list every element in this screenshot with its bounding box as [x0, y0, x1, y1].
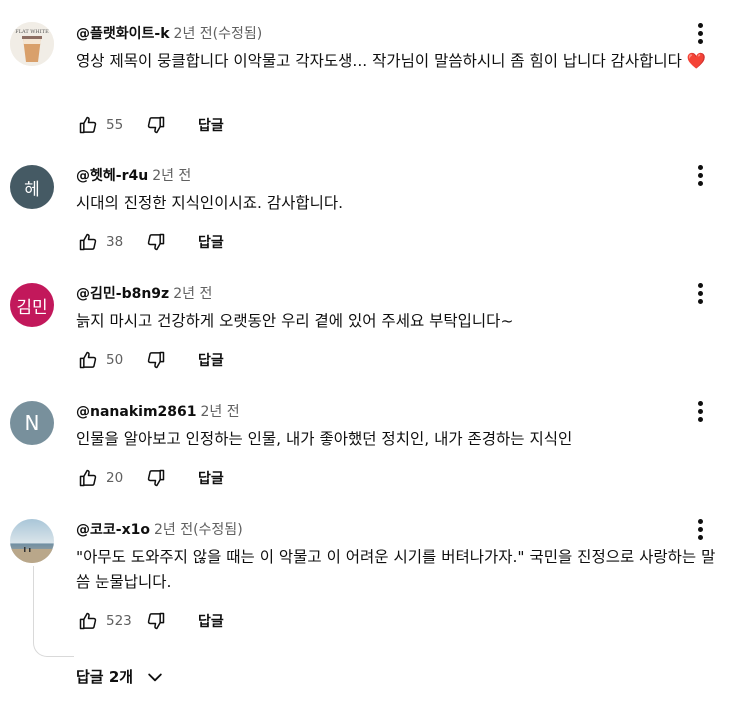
reply-button[interactable]: 답글 [198, 232, 224, 252]
beach-avatar-image [10, 519, 54, 563]
comment-text: 시대의 진정한 지식인이시죠. 감사합니다. [76, 194, 344, 212]
comment-header: @플랫화이트-k 2년 전(수정됨) [76, 24, 720, 44]
comment-text: "아무도 도와주지 않을 때는 이 악물고 이 어려운 시기를 버텨나가자." … [76, 548, 716, 591]
more-actions-icon[interactable] [690, 163, 710, 187]
like-count: 38 [106, 234, 124, 250]
author-name[interactable]: @김민-b8n9z [76, 286, 169, 302]
like-count: 523 [106, 613, 132, 629]
like-icon[interactable] [76, 230, 100, 254]
like-icon[interactable] [76, 466, 100, 490]
dislike-icon[interactable] [144, 230, 168, 254]
reply-button[interactable]: 답글 [198, 350, 224, 370]
comment-actions: 50 답글 [76, 348, 224, 372]
show-replies-button[interactable]: 답글 2개 [76, 666, 165, 687]
author-name[interactable]: @nanakim2861 [76, 404, 197, 420]
comment-actions: 38 답글 [76, 230, 224, 254]
comment-text: 인물을 알아보고 인정하는 인물, 내가 좋아했던 정치인, 내가 존경하는 지… [76, 430, 573, 448]
more-actions-icon[interactable] [690, 21, 710, 45]
comment-actions: 523 답글 [76, 609, 224, 633]
comment-actions: 55 답글 [76, 113, 224, 137]
comment-time[interactable]: 2년 전 [173, 286, 212, 302]
avatar[interactable] [10, 519, 54, 563]
comment-text: 늙지 마시고 건강하게 오랫동안 우리 곁에 있어 주세요 부탁입니다~ [76, 312, 514, 330]
comment-time[interactable]: 2년 전 [201, 404, 240, 420]
avatar[interactable]: 헤 [10, 165, 54, 209]
comment-time[interactable]: 2년 전(수정됨) [154, 522, 243, 538]
avatar[interactable]: FLAT WHITE [10, 22, 54, 66]
dislike-icon[interactable] [144, 113, 168, 137]
avatar[interactable]: N [10, 401, 54, 445]
reply-button[interactable]: 답글 [198, 115, 224, 135]
author-name[interactable]: @헷헤-r4u [76, 168, 148, 184]
author-name[interactable]: @플랫화이트-k [76, 26, 170, 42]
reply-button[interactable]: 답글 [198, 468, 224, 488]
author-name[interactable]: @코코-x1o [76, 522, 150, 538]
comment-header: @nanakim2861 2년 전 [76, 402, 720, 422]
reply-button[interactable]: 답글 [198, 611, 224, 631]
like-count: 55 [106, 117, 124, 133]
dislike-icon[interactable] [144, 466, 168, 490]
coffee-cup-avatar-image: FLAT WHITE [10, 22, 54, 66]
more-actions-icon[interactable] [690, 517, 710, 541]
comment-text-content: 영상 제목이 뭉클합니다 이악물고 각자도생... 작가님이 말씀하시니 좀 힘… [76, 52, 682, 70]
comment-header: @코코-x1o 2년 전(수정됨) [76, 520, 720, 540]
avatar[interactable]: 김민 [10, 283, 54, 327]
more-actions-icon[interactable] [690, 399, 710, 423]
like-icon[interactable] [76, 113, 100, 137]
like-icon[interactable] [76, 348, 100, 372]
dislike-icon[interactable] [144, 348, 168, 372]
more-actions-icon[interactable] [690, 281, 710, 305]
like-count: 50 [106, 352, 124, 368]
comment-header: @헷헤-r4u 2년 전 [76, 166, 720, 186]
comment-text: 영상 제목이 뭉클합니다 이악물고 각자도생... 작가님이 말씀하시니 좀 힘… [76, 49, 721, 74]
comment-time[interactable]: 2년 전(수정됨) [174, 26, 263, 42]
comment-time[interactable]: 2년 전 [152, 168, 191, 184]
avatar-caption: FLAT WHITE [15, 29, 49, 35]
like-icon[interactable] [76, 609, 100, 633]
thread-connector-line [33, 566, 74, 657]
dislike-icon[interactable] [144, 609, 168, 633]
comment-actions: 20 답글 [76, 466, 224, 490]
chevron-down-icon [148, 673, 162, 681]
comment-header: @김민-b8n9z 2년 전 [76, 284, 720, 304]
like-count: 20 [106, 470, 124, 486]
heart-emoji: ❤️ [686, 52, 707, 70]
replies-count-label: 답글 2개 [76, 668, 134, 686]
